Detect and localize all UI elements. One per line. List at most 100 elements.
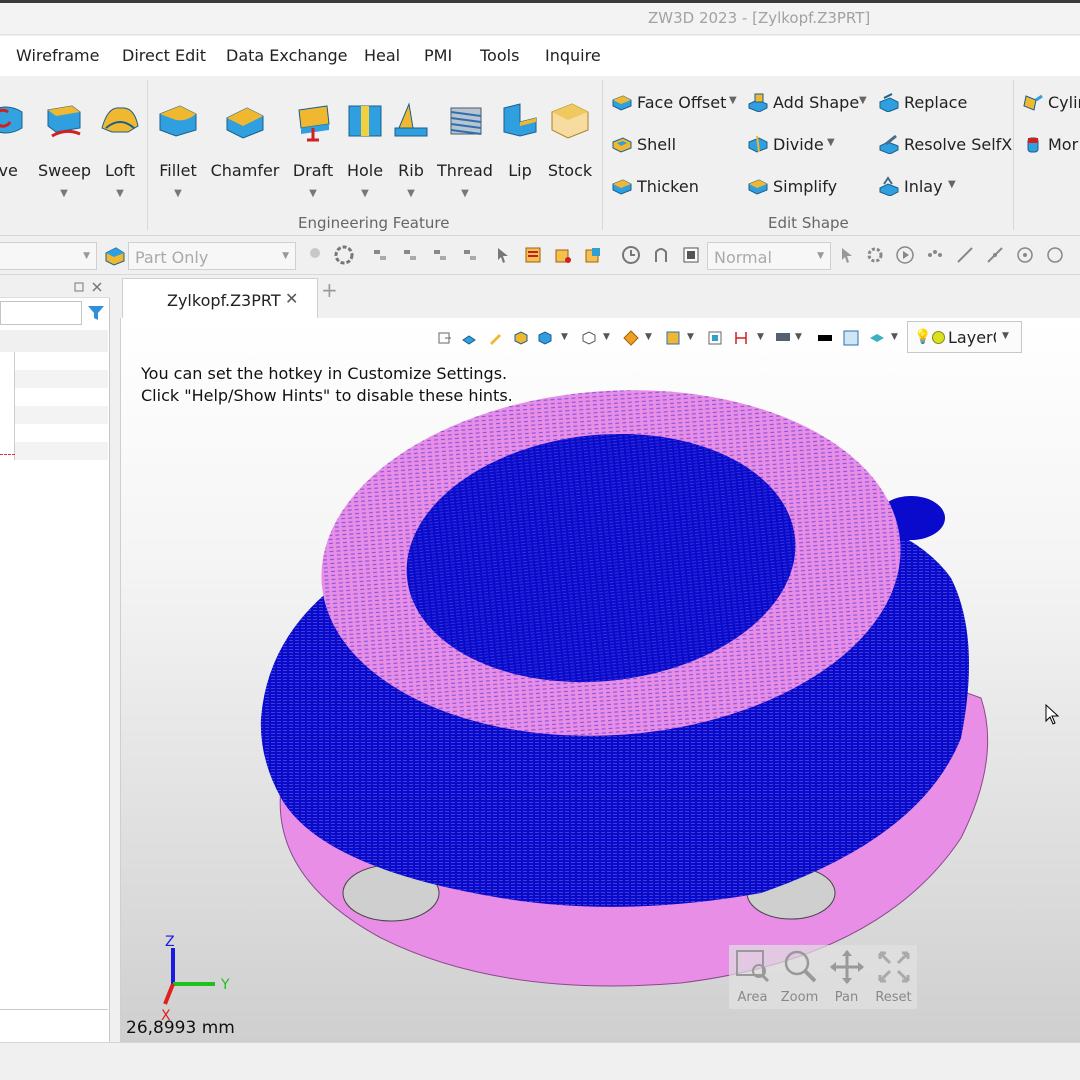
new-tab-icon[interactable]: + <box>321 278 338 302</box>
rollback-marker[interactable] <box>0 454 15 455</box>
stop-icon[interactable] <box>682 246 700 264</box>
history-row[interactable] <box>14 370 108 388</box>
panel-bottom-field[interactable] <box>0 1009 108 1039</box>
pan-icon <box>830 950 864 984</box>
layer-manager-icon[interactable] <box>554 246 572 264</box>
sweep-button[interactable]: Sweep ▼ <box>38 76 91 226</box>
history-search-input[interactable] <box>0 301 82 325</box>
inlay-dropdown-icon[interactable]: ▼ <box>948 179 956 190</box>
simplify-icon <box>748 179 768 195</box>
history-row[interactable] <box>14 352 108 370</box>
fillet-button[interactable]: Fillet ▼ <box>156 76 200 226</box>
filter-combo[interactable]: ▼ <box>0 242 97 270</box>
render-mode-label: Normal <box>714 248 772 267</box>
rib-dropdown-icon[interactable]: ▼ <box>407 188 415 199</box>
area-zoom-button[interactable]: Area <box>729 945 776 1009</box>
menu-inquire[interactable]: Inquire <box>545 46 601 65</box>
menu-wireframe[interactable]: Wireframe <box>16 46 99 65</box>
axis-y-label: Y <box>220 977 230 993</box>
zoom-button[interactable]: Zoom <box>776 945 823 1009</box>
line-icon[interactable] <box>956 246 974 264</box>
play-icon[interactable] <box>896 246 914 264</box>
float-icon[interactable] <box>74 282 84 292</box>
settings-icon[interactable] <box>333 244 355 266</box>
face-offset-dropdown-icon[interactable]: ▼ <box>729 95 737 106</box>
menu-data-exchange[interactable]: Data Exchange <box>226 46 347 65</box>
document-tab[interactable]: Zylkopf.Z3PRT ✕ <box>122 278 318 320</box>
attribute-icon[interactable] <box>584 246 602 264</box>
simplify-button[interactable]: Simplify <box>747 174 847 200</box>
menu-pmi[interactable]: PMI <box>424 46 452 65</box>
points-icon[interactable] <box>926 246 944 264</box>
reset-view-button[interactable]: Reset <box>870 945 917 1009</box>
face-offset-button[interactable]: Face Offset ▼ <box>611 90 741 116</box>
select-edge-icon[interactable] <box>432 246 450 264</box>
list-icon[interactable] <box>524 246 542 264</box>
history-row[interactable] <box>14 424 108 442</box>
fillet-dropdown-icon[interactable]: ▼ <box>174 188 182 199</box>
menu-tools[interactable]: Tools <box>480 46 519 65</box>
chamfer-label: Chamfer <box>210 161 280 180</box>
history-icon[interactable] <box>620 244 642 266</box>
magnet-icon[interactable] <box>652 246 670 264</box>
history-row[interactable] <box>14 442 108 460</box>
simplify-label: Simplify <box>773 177 838 196</box>
center-point-icon[interactable] <box>1016 246 1034 264</box>
inlay-button[interactable]: Inlay ▼ <box>878 174 968 200</box>
gear-icon[interactable] <box>866 246 884 264</box>
chevron-down-icon: ▼ <box>83 251 90 261</box>
select-filter-icon[interactable] <box>372 246 390 264</box>
history-row[interactable] <box>14 388 108 406</box>
replace-button[interactable]: Replace <box>878 90 978 116</box>
chamfer-button[interactable]: Chamfer <box>210 76 280 226</box>
ribbon-separator <box>147 80 148 230</box>
inlay-icon <box>879 176 899 196</box>
cursor-pick-icon[interactable] <box>838 246 856 264</box>
close-icon[interactable] <box>92 282 102 292</box>
pan-label: Pan <box>834 990 859 1005</box>
add-shape-dropdown-icon[interactable]: ▼ <box>859 95 867 106</box>
loft-button[interactable]: Loft ▼ <box>100 76 140 226</box>
part-only-combo[interactable]: Part Only ▼ <box>128 242 296 270</box>
select-vertex-icon[interactable] <box>462 246 480 264</box>
thread-button[interactable]: Thread ▼ <box>436 76 494 226</box>
more-button[interactable]: Mor <box>1022 132 1080 158</box>
select-face-icon[interactable] <box>402 246 420 264</box>
thread-dropdown-icon[interactable]: ▼ <box>461 188 469 199</box>
loft-dropdown-icon[interactable]: ▼ <box>116 188 124 199</box>
sweep-dropdown-icon[interactable]: ▼ <box>60 188 68 199</box>
segment-icon[interactable] <box>986 246 1004 264</box>
chamfer-icon <box>226 107 264 139</box>
stock-button[interactable]: Stock <box>546 76 594 226</box>
part-icon[interactable] <box>104 245 126 267</box>
hole-dropdown-icon[interactable]: ▼ <box>361 188 369 199</box>
add-shape-button[interactable]: Add Shape ▼ <box>747 90 873 116</box>
resolve-selfx-button[interactable]: Resolve SelfX <box>878 132 1012 158</box>
close-tab-icon[interactable]: ✕ <box>285 289 298 308</box>
divide-button[interactable]: Divide ▼ <box>747 132 847 158</box>
hole-button[interactable]: Hole ▼ <box>344 76 386 226</box>
cylinder-button[interactable]: Cylin <box>1022 90 1080 116</box>
menu-heal[interactable]: Heal <box>364 46 400 65</box>
reset-label: Reset <box>875 990 912 1005</box>
add-shape-icon <box>748 93 768 112</box>
filter-icon[interactable] <box>86 303 106 323</box>
pin-icon[interactable] <box>306 246 324 264</box>
draft-dropdown-icon[interactable]: ▼ <box>309 188 317 199</box>
lip-button[interactable]: Lip <box>500 76 540 226</box>
rib-button[interactable]: Rib ▼ <box>392 76 430 226</box>
pick-icon[interactable] <box>494 246 512 264</box>
pan-button[interactable]: Pan <box>823 945 870 1009</box>
history-row[interactable] <box>14 406 108 424</box>
circle-icon[interactable] <box>1046 246 1064 264</box>
3d-model[interactable] <box>121 318 1080 1042</box>
shell-button[interactable]: Shell <box>611 132 711 158</box>
thicken-button[interactable]: Thicken <box>611 174 711 200</box>
draft-button[interactable]: Draft ▼ <box>290 76 336 226</box>
revolve-button[interactable]: lve <box>0 76 26 226</box>
face-offset-icon <box>612 95 632 111</box>
3d-viewport[interactable]: ▼ ▼ ▼ ▼ ▼ ▼ ▼ 💡 Layer0 ▼ You can set the… <box>120 318 1080 1042</box>
render-mode-combo[interactable]: Normal ▼ <box>707 242 831 270</box>
menu-direct-edit[interactable]: Direct Edit <box>122 46 206 65</box>
divide-dropdown-icon[interactable]: ▼ <box>827 137 835 148</box>
